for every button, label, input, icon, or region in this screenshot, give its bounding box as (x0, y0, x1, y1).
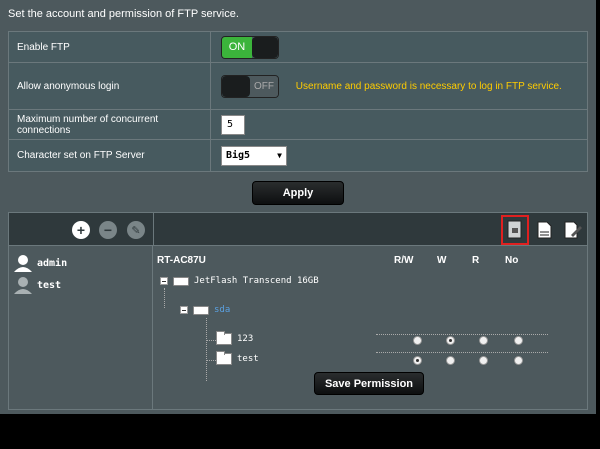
folder1-r-radio[interactable] (479, 336, 488, 345)
toggle-on-text: ON (222, 36, 252, 58)
user-name: test (37, 279, 62, 291)
drive-icon (173, 276, 189, 286)
ftp-settings-panel: Set the account and permission of FTP se… (0, 0, 596, 414)
ftp-settings-table: Enable FTP ON Allow anonymous login OFF … (8, 31, 588, 172)
drive-node[interactable]: JetFlash Transcend 16GB (160, 276, 319, 286)
list-item[interactable]: admin (13, 254, 67, 272)
folder-icon (216, 331, 232, 345)
save-permission-button[interactable]: Save Permission (314, 372, 424, 395)
column-rw: R/W (394, 255, 414, 266)
add-user-icon[interactable]: + (72, 221, 90, 239)
enable-ftp-toggle[interactable]: ON (221, 35, 279, 59)
toggle-off-text: OFF (250, 75, 278, 97)
account-permission-panel: + − ✎ admin test RT-AC87U R/W W R No Jet… (8, 212, 588, 410)
collapse-icon[interactable] (180, 306, 188, 314)
new-folder-icon[interactable] (501, 215, 529, 245)
drive-name: JetFlash Transcend 16GB (194, 276, 319, 286)
folder-icon (216, 351, 232, 365)
folder2-r-radio[interactable] (479, 356, 488, 365)
row-separator (376, 352, 548, 353)
toggle-knob (252, 36, 278, 58)
toggle-knob (222, 75, 250, 97)
document-icon[interactable] (533, 218, 555, 242)
folder2-w-radio[interactable] (446, 356, 455, 365)
charset-label: Character set on FTP Server (8, 139, 211, 172)
intro-text: Set the account and permission of FTP se… (8, 8, 239, 20)
collapse-icon[interactable] (160, 277, 168, 285)
column-no: No (505, 255, 519, 266)
charset-select[interactable]: Big5 ▼ (221, 145, 287, 166)
toolbar-divider (153, 213, 154, 246)
tree-line (206, 318, 207, 381)
edit-document-icon[interactable] (561, 218, 583, 242)
delete-user-icon[interactable]: − (99, 221, 117, 239)
folder-node[interactable]: 123 (216, 331, 254, 345)
folder2-rw-radio[interactable] (413, 356, 422, 365)
account-toolbar: + − ✎ (9, 213, 587, 246)
max-connections-label: Maximum number of concurrent connections (8, 109, 211, 140)
user-name: admin (37, 257, 68, 269)
folder-name: test (237, 354, 259, 364)
charset-selected: Big5 (226, 150, 251, 161)
volume-name: sda (214, 305, 231, 315)
folder2-no-radio[interactable] (514, 356, 523, 365)
tree-line (206, 360, 216, 361)
column-r: R (472, 255, 480, 266)
folder1-no-radio[interactable] (514, 336, 523, 345)
drive-icon (193, 305, 209, 315)
anonymous-login-toggle[interactable]: OFF (221, 74, 279, 98)
apply-button[interactable]: Apply (252, 181, 344, 205)
volume-node[interactable]: sda (180, 305, 230, 315)
folder-node[interactable]: test (216, 351, 259, 365)
folder1-w-radio[interactable] (446, 336, 455, 345)
edit-user-icon[interactable]: ✎ (127, 221, 145, 239)
tree-line (206, 340, 216, 341)
user-list: admin test (9, 246, 153, 410)
list-item[interactable]: test (13, 276, 61, 294)
chevron-down-icon: ▼ (277, 151, 282, 160)
device-name: RT-AC87U (157, 255, 206, 266)
folder-name: 123 (237, 334, 254, 344)
user-icon (14, 277, 32, 294)
column-w: W (437, 255, 447, 266)
folder1-rw-radio[interactable] (413, 336, 422, 345)
user-icon (14, 255, 32, 272)
row-separator (376, 334, 548, 335)
max-connections-input[interactable]: 5 (221, 114, 245, 135)
anonymous-hint: Username and password is necessary to lo… (295, 80, 562, 92)
anonymous-login-label: Allow anonymous login (8, 62, 211, 110)
enable-ftp-label: Enable FTP (8, 31, 211, 63)
tree-line (164, 288, 165, 308)
